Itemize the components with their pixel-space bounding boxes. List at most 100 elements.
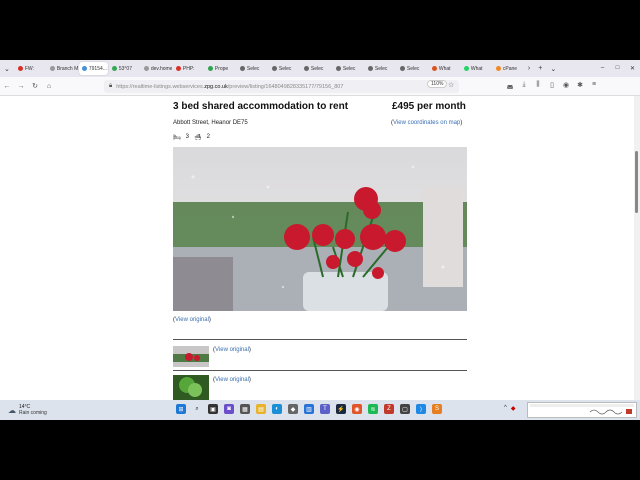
forward-icon[interactable]: → <box>14 83 28 90</box>
tab-label: Selec <box>406 65 420 72</box>
tab-favicon-icon <box>175 66 181 71</box>
browser-tab[interactable]: cPane <box>493 62 524 75</box>
browser-tab[interactable]: 53°07 <box>109 62 140 75</box>
tab-label: Selec <box>246 65 260 72</box>
paren-close: ) <box>208 317 211 323</box>
list-all-tabs-icon[interactable]: ⌄ <box>546 65 560 73</box>
page-scrollbar[interactable] <box>634 96 640 400</box>
tab-label: FW: <box>24 65 34 72</box>
scroll-tabs-right-icon[interactable]: › <box>524 65 534 72</box>
bookmark-star-icon[interactable]: ☆ <box>448 81 454 89</box>
extensions-icon[interactable]: ✱ <box>575 81 585 89</box>
nav-bar: ← → ↻ ⌂ 🔒︎ https://realtime-listings.web… <box>0 77 640 96</box>
browser-tab[interactable]: What <box>429 62 460 75</box>
back-icon[interactable]: ← <box>0 83 14 90</box>
maximize-icon[interactable]: □ <box>610 65 625 72</box>
bed-icon: 🛏︎ <box>173 135 181 141</box>
browser-tab[interactable]: Selec <box>365 62 396 75</box>
spotify-icon[interactable]: ≋ <box>368 404 378 414</box>
weather-widget[interactable]: ☁ 14°C Rain coming <box>8 404 47 416</box>
browser-tab[interactable]: 79154...✕ <box>78 62 108 75</box>
browser-tab[interactable]: Prope <box>205 62 236 75</box>
scrollbar-thumb[interactable] <box>635 151 638 213</box>
tab-strip: ⌄ FW: Branch M79154...✕53°07 dev.homePHP:… <box>0 60 640 77</box>
tray-app-icon[interactable]: ◆ <box>511 405 516 412</box>
listing-title: 3 bed shared accommodation to rent <box>173 101 349 112</box>
page-content: 3 bed shared accommodation to rent £495 … <box>0 96 634 400</box>
search-icon[interactable]: ⌕ <box>192 404 202 414</box>
filezilla-icon[interactable]: Z <box>384 404 394 414</box>
notification-preview <box>530 404 634 415</box>
home-icon[interactable]: ⌂ <box>42 83 56 90</box>
bath-icon: 🛁︎ <box>193 135 202 141</box>
thumbnail-photo-1 <box>173 346 209 367</box>
browser-tab[interactable]: Selec <box>301 62 332 75</box>
tab-favicon-icon <box>367 66 373 71</box>
tab-favicon-icon <box>431 66 437 71</box>
tab-label: Branch M <box>56 65 78 72</box>
sidebar-icon[interactable]: ▯ <box>547 81 557 89</box>
app-icon[interactable]: ◆ <box>288 404 298 414</box>
firefox-icon[interactable]: ◉ <box>352 404 362 414</box>
view-original-link[interactable]: View original <box>175 317 209 323</box>
browser-tab[interactable]: dev.home <box>141 62 172 75</box>
downloads-icon[interactable]: ⤓ <box>519 81 529 89</box>
reload-icon[interactable]: ↻ <box>28 82 42 90</box>
browser-tab[interactable]: FW: <box>15 62 46 75</box>
tab-favicon-icon <box>335 66 341 71</box>
divider <box>173 370 467 371</box>
show-hidden-icons[interactable]: ^ <box>504 405 507 412</box>
url-bar[interactable]: 🔒︎ https://realtime-listings.webservices… <box>104 80 459 93</box>
close-window-icon[interactable]: ✕ <box>625 65 640 72</box>
view-original-thumb-1: (View original) <box>213 347 251 353</box>
new-tab-icon[interactable]: + <box>534 65 546 72</box>
sublime-icon[interactable]: S <box>432 404 442 414</box>
store-icon[interactable]: ▥ <box>304 404 314 414</box>
tab-favicon-icon <box>81 66 87 71</box>
browser-tab[interactable]: PHP: <box>173 62 204 75</box>
zoom-indicator[interactable]: 110% <box>427 80 448 88</box>
menu-icon[interactable]: ≡ <box>589 81 599 89</box>
file-explorer-icon[interactable]: ▤ <box>256 404 266 414</box>
account-icon[interactable]: ◉ <box>561 81 571 89</box>
vscode-icon[interactable]: ⟩ <box>416 404 426 414</box>
notepad-icon[interactable]: ▢ <box>400 404 410 414</box>
browser-tab[interactable]: Selec <box>269 62 300 75</box>
tab-favicon-icon <box>303 66 309 71</box>
library-icon[interactable]: ⫼ <box>533 81 543 89</box>
tab-label: Selec <box>310 65 324 72</box>
browser-tab[interactable]: Selec <box>237 62 268 75</box>
coords-container: (View coordinates on map) <box>391 120 462 126</box>
tab-label: Selec <box>342 65 356 72</box>
browser-tab[interactable]: Selec <box>397 62 428 75</box>
tab-favicon-icon <box>111 66 117 71</box>
thumbnail-photo-2 <box>173 375 209 400</box>
listing-main-photo <box>173 147 467 311</box>
browser-tab[interactable]: What <box>461 62 492 75</box>
vscode-blue-icon[interactable]: ⚡ <box>336 404 346 414</box>
chat-icon[interactable]: ◙ <box>224 404 234 414</box>
minimize-icon[interactable]: – <box>595 65 610 72</box>
tab-overview-icon[interactable]: ⌄ <box>0 65 14 73</box>
pocket-icon[interactable]: ◛ <box>505 81 515 89</box>
start-icon[interactable]: ⊞ <box>176 404 186 414</box>
browser-tab[interactable]: Selec <box>333 62 364 75</box>
view-original-link[interactable]: View original <box>215 347 249 353</box>
lock-icon[interactable]: 🔒︎ <box>109 83 112 90</box>
notification-popup[interactable] <box>527 402 637 418</box>
tab-label: Selec <box>278 65 292 72</box>
view-original-link[interactable]: View original <box>215 377 249 383</box>
browser-tab[interactable]: Branch M <box>47 62 78 75</box>
close-tab-icon[interactable]: ✕ <box>107 66 108 72</box>
widgets-icon[interactable]: ▦ <box>240 404 250 414</box>
tab-label: dev.home <box>150 65 172 72</box>
tab-label: What <box>470 65 483 72</box>
tabs-list: FW: Branch M79154...✕53°07 dev.homePHP:Pr… <box>14 62 524 75</box>
tab-label: Selec <box>374 65 388 72</box>
rain-cloud-icon: ☁ <box>8 405 16 415</box>
edge-icon[interactable]: ◐ <box>272 404 282 414</box>
task-view-icon[interactable]: ▣ <box>208 404 218 414</box>
view-coordinates-link[interactable]: View coordinates on map <box>393 120 460 126</box>
url-prefix: https://realtime-listings.webservices. <box>116 83 205 90</box>
teams-icon[interactable]: T <box>320 404 330 414</box>
